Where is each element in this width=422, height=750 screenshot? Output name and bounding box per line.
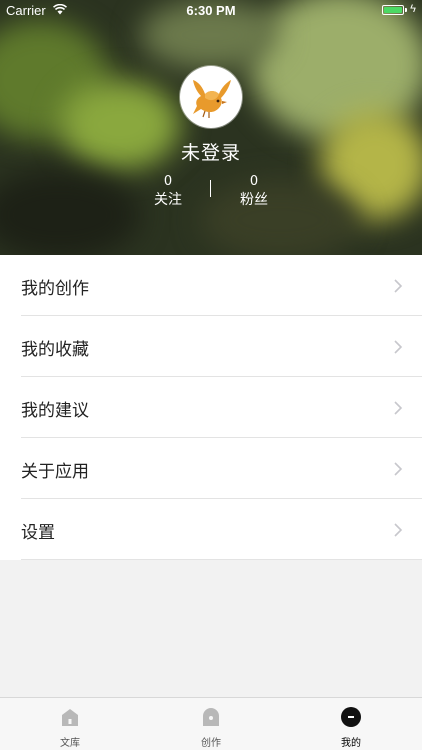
battery-icon (382, 5, 404, 15)
tab-label: 我的 (341, 738, 361, 749)
background-blob (0, 170, 140, 255)
followers-count: 0 (249, 174, 259, 189)
charging-icon: ϟ (410, 3, 416, 15)
create-icon (203, 708, 219, 726)
menu-item-label: 设置 (21, 523, 55, 543)
divider (21, 559, 422, 560)
profile-menu: 我的创作 我的收藏 我的建议 关于应用 设置 (0, 255, 422, 560)
menu-item-settings[interactable]: 设置 (0, 499, 422, 560)
battery-tip (405, 8, 407, 12)
following-stat[interactable]: 0 关注 (138, 173, 198, 209)
tab-label: 创作 (201, 738, 221, 749)
bird-icon (193, 80, 231, 118)
chevron-right-icon (394, 401, 403, 415)
followers-stat[interactable]: 0 粉丝 (224, 173, 284, 209)
username-label[interactable]: 未登录 (0, 138, 422, 165)
clock: 6:30 PM (186, 3, 236, 18)
tab-create[interactable]: 创作 (141, 698, 281, 750)
tab-bar: 文库 创作 我的 (0, 697, 422, 750)
menu-item-label: 我的创作 (21, 279, 89, 299)
avatar[interactable] (180, 66, 242, 128)
menu-item-label: 我的收藏 (21, 340, 89, 360)
chevron-right-icon (394, 462, 403, 476)
status-bar: Carrier 6:30 PM ϟ (0, 0, 422, 22)
followers-label: 粉丝 (240, 192, 268, 208)
library-icon (62, 709, 78, 726)
menu-item-my-works[interactable]: 我的创作 (0, 255, 422, 316)
chevron-right-icon (394, 523, 403, 537)
tab-mine[interactable]: 我的 (281, 698, 421, 750)
menu-item-my-suggestions[interactable]: 我的建议 (0, 377, 422, 438)
chevron-right-icon (394, 279, 403, 293)
menu-item-label: 我的建议 (21, 401, 89, 421)
tab-library[interactable]: 文库 (0, 698, 140, 750)
menu-item-my-favorites[interactable]: 我的收藏 (0, 316, 422, 377)
following-label: 关注 (154, 192, 182, 208)
menu-item-about[interactable]: 关于应用 (0, 438, 422, 499)
tab-label: 文库 (60, 738, 80, 749)
stat-divider (210, 180, 211, 197)
menu-item-label: 关于应用 (21, 462, 89, 482)
profile-header: Carrier 6:30 PM ϟ 未登录 0 关注 0 粉丝 (0, 0, 422, 255)
profile-icon (341, 707, 361, 727)
chevron-right-icon (394, 340, 403, 354)
following-count: 0 (163, 174, 173, 189)
